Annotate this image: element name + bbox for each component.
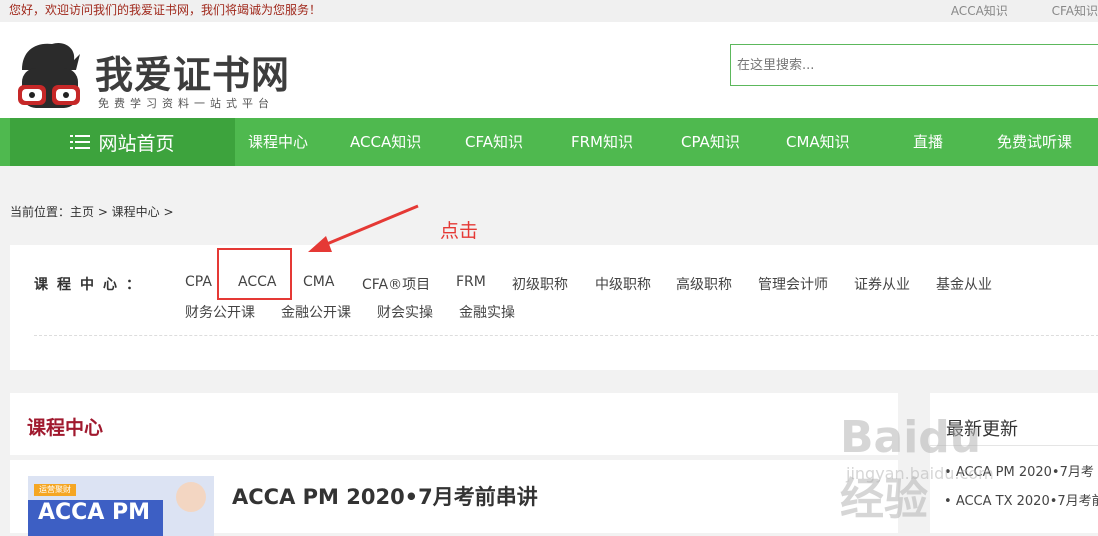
category-senior-title[interactable]: 高级职称 xyxy=(676,274,732,294)
category-funds[interactable]: 基金从业 xyxy=(936,274,992,294)
category-fin-open-course[interactable]: 金融公开课 xyxy=(281,302,351,322)
highlight-box xyxy=(217,248,292,300)
nav-home-label: 网站首页 xyxy=(98,132,175,155)
category-cma[interactable]: CMA xyxy=(303,274,334,290)
arrow-icon xyxy=(308,204,419,252)
course-thumbnail[interactable]: 运营聚财 ACCA PM xyxy=(28,476,214,536)
category-management-accountant[interactable]: 管理会计师 xyxy=(758,274,828,294)
logo-mascot-icon xyxy=(18,42,80,108)
watermark-url: jingyan.baidu.com xyxy=(846,464,994,483)
category-panel: 课程中心： CPA ACCA CMA CFA®项目 FRM 初级职称 中级职称 … xyxy=(10,245,1098,370)
nav-item-live[interactable]: 直播 xyxy=(913,118,943,166)
site-logo-title[interactable]: 我爱证书网 xyxy=(95,44,290,99)
nav-home[interactable]: 网站首页 xyxy=(10,118,235,166)
main-nav: 网站首页 课程中心 ACCA知识 CFA知识 FRM知识 CPA知识 CMA知识… xyxy=(0,118,1098,166)
teacher-avatar xyxy=(176,482,206,512)
category-cfa[interactable]: CFA®项目 xyxy=(362,274,430,294)
nav-item-acca[interactable]: ACCA知识 xyxy=(350,118,421,166)
greeting-text: 您好，欢迎访问我们的我爱证书网，我们将竭诚为您服务！ xyxy=(9,3,322,17)
category-mid-title[interactable]: 中级职称 xyxy=(595,274,651,294)
breadcrumb: 当前位置：主页 > 课程中心 > xyxy=(10,205,174,219)
nav-item-cma[interactable]: CMA知识 xyxy=(786,118,850,166)
nav-item-frm[interactable]: FRM知识 xyxy=(571,118,633,166)
top-bar: 您好，欢迎访问我们的我爱证书网，我们将竭诚为您服务！ ACCA知识 CFA知识 xyxy=(0,0,1098,22)
section-title: 课程中心 xyxy=(27,417,104,439)
nav-item-courses[interactable]: 课程中心 xyxy=(248,118,308,166)
thumb-badge: 运营聚财 xyxy=(34,484,76,496)
top-link-cfa[interactable]: CFA知识 xyxy=(1052,4,1098,18)
header: 我爱证书网 免费学习资料一站式平台 xyxy=(0,22,1098,118)
category-label: 课程中心： xyxy=(34,277,149,293)
category-securities[interactable]: 证券从业 xyxy=(854,274,910,294)
menu-list-icon xyxy=(70,135,91,149)
course-title-link[interactable]: ACCA PM 2020•7月考前串讲 xyxy=(232,481,538,511)
section-divider xyxy=(10,455,898,460)
category-frm[interactable]: FRM xyxy=(456,274,486,290)
category-cpa[interactable]: CPA xyxy=(185,274,212,290)
baidu-watermark: Baidu 经验 jingyan.baidu.com xyxy=(840,392,1035,525)
nav-item-free-trial[interactable]: 免费试听课 xyxy=(997,118,1072,166)
search-input[interactable] xyxy=(731,45,1098,85)
annotation-click: 点击 xyxy=(440,220,479,242)
category-junior-title[interactable]: 初级职称 xyxy=(512,274,568,294)
main-content: 课程中心 运营聚财 ACCA PM ACCA PM 2020•7月考前串讲 xyxy=(10,393,898,536)
nav-item-cpa[interactable]: CPA知识 xyxy=(681,118,740,166)
category-finance-open-course[interactable]: 财务公开课 xyxy=(185,302,255,322)
nav-item-cfa[interactable]: CFA知识 xyxy=(465,118,523,166)
search-box[interactable] xyxy=(730,44,1098,86)
category-finance-practice[interactable]: 金融实操 xyxy=(459,302,515,322)
thumb-text: ACCA PM xyxy=(28,500,163,536)
category-accounting-practice[interactable]: 财会实操 xyxy=(377,302,433,322)
top-link-acca[interactable]: ACCA知识 xyxy=(951,4,1008,18)
divider xyxy=(34,335,1098,336)
site-slogan: 免费学习资料一站式平台 xyxy=(98,97,274,110)
